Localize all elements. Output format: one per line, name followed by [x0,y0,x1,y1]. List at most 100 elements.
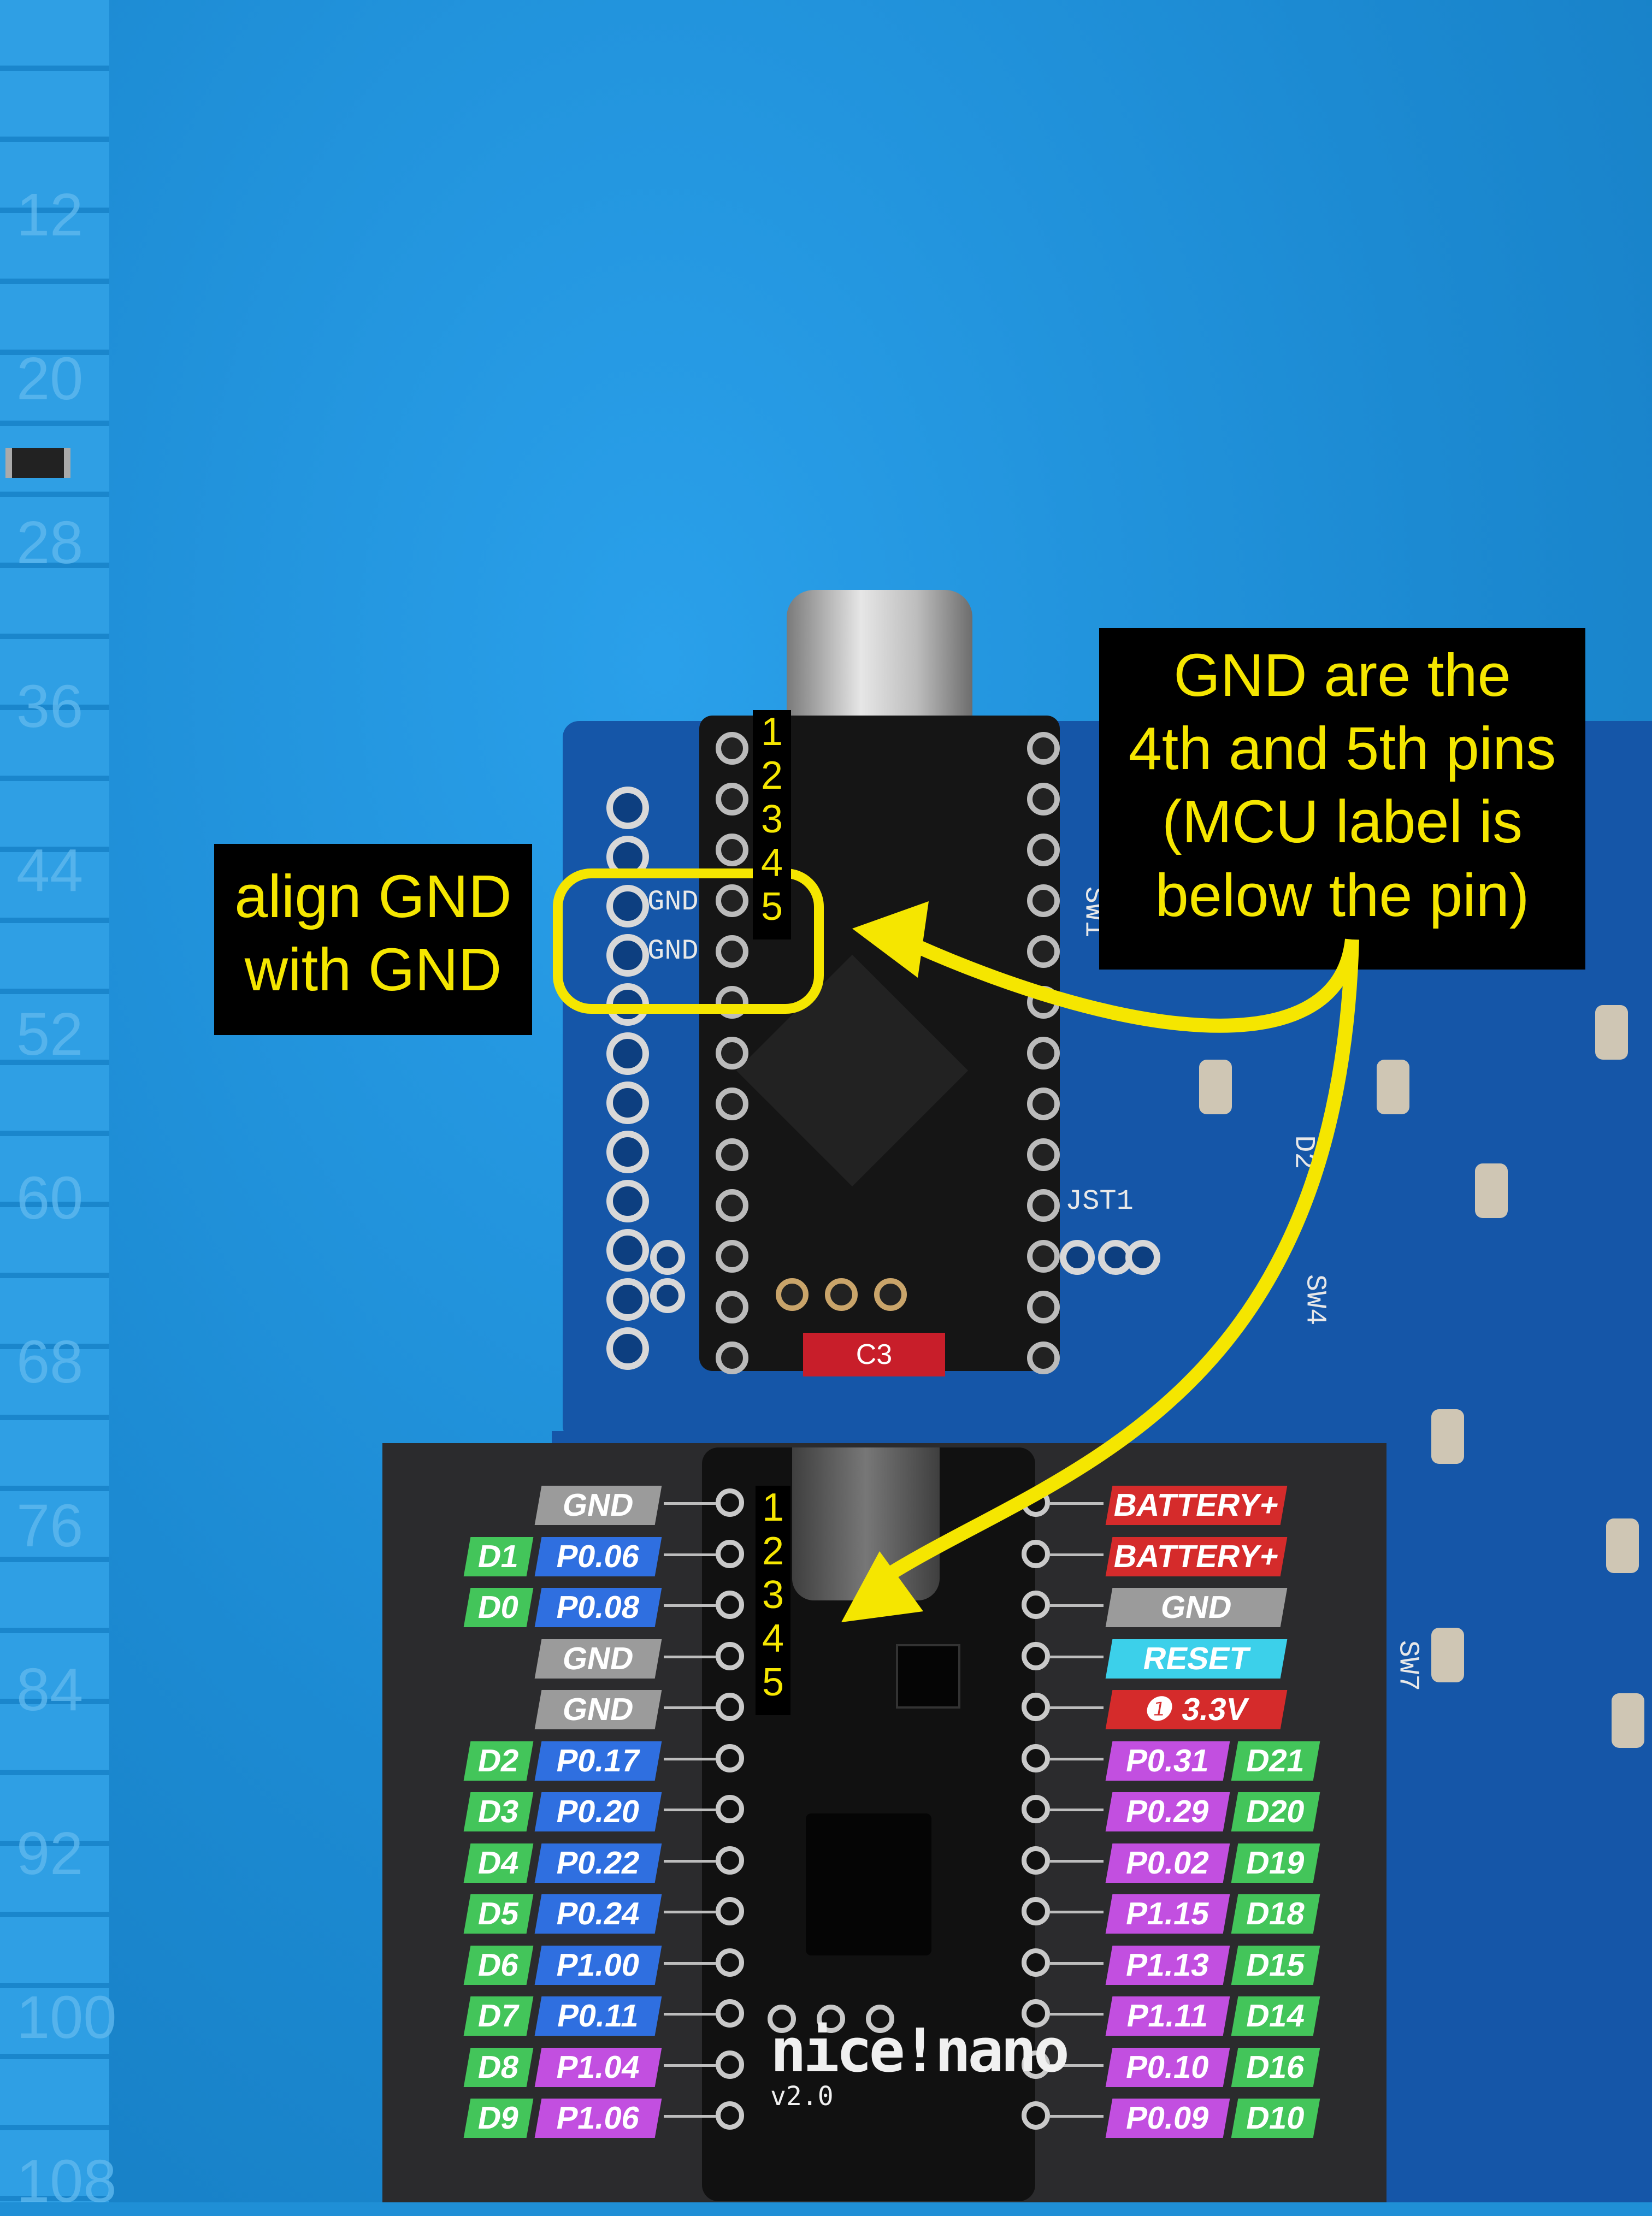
mcu-pin [1027,1240,1060,1273]
diagram-pin [1022,1897,1050,1925]
pin-label-p0-17: P0.17 [534,1741,662,1781]
diagram-pin [716,1641,744,1670]
pin-line [664,1757,716,1760]
mcu-pin [1027,834,1060,866]
diagram-mcu-chip [806,1813,931,1955]
ruler-numbers: 12 20 28 36 44 52 60 68 76 84 92 100 108 [0,0,117,2215]
pin-line [1049,1757,1104,1760]
ruler-number: 60 [16,1165,84,1232]
diagram-pin [716,1591,744,1619]
pin-line [664,1911,716,1913]
pin-line [664,1859,716,1863]
diagram-pin [716,1846,744,1875]
pin-label-battery-: BATTERY+ [1105,1537,1288,1576]
pin-label-p0-31: P0.31 [1105,1741,1230,1781]
pcb-hole [606,1327,649,1370]
diagram-pin [716,1999,744,2028]
pin-line [1049,1604,1104,1607]
mcu-pin [716,783,748,816]
ruler-number: 20 [16,345,84,412]
diagram-pin [1022,1744,1050,1772]
pin-label-p0-20: P0.20 [534,1792,662,1831]
arduino-pin-label: D3 [463,1792,534,1831]
callout-line: with GND [244,936,502,1004]
pin-line [664,1604,716,1607]
pin-label--3-3v: ❶ 3.3V [1105,1690,1288,1729]
ruler-number: 76 [16,1492,84,1559]
diagram-pin [1022,1488,1050,1517]
diagram-pin [1022,2101,1050,2130]
mcu-pin [716,1342,748,1374]
diagram-pin [716,2101,744,2130]
pcb-hole [606,787,649,829]
pin-number: 5 [760,885,783,929]
diagram-pin [1022,1591,1050,1619]
mcu-pin [1027,986,1060,1019]
board-version: v2.0 [770,2081,834,2112]
arduino-pin-label: D5 [463,1894,534,1934]
pcb-hole [606,1131,649,1173]
pcb-hole [1060,1240,1095,1275]
arduino-pin-label: D20 [1231,1792,1320,1831]
pcb-hole [606,1229,649,1272]
pin-label-p0-08: P0.08 [534,1588,662,1627]
callout-line: 4th and 5th pins [1128,715,1556,783]
diagram-pin [716,2050,744,2079]
arduino-pin-label: D9 [463,2099,534,2138]
mcu-pin [716,834,748,866]
mcu-pin [716,1037,748,1069]
mcu-pin [1027,935,1060,968]
pcb-hole [606,1032,649,1075]
pcb-hole [606,1278,649,1321]
callout-line: align GND [234,863,512,930]
pcb-hole [606,1082,649,1124]
pin-number: 2 [760,754,783,797]
ruler-number: 12 [16,181,84,249]
align-gnd-callout: align GND with GND [214,844,532,1035]
c3-capacitor: C3 [803,1333,945,1376]
arduino-pin-label: D18 [1231,1894,1320,1934]
arduino-pin-label: D7 [463,1996,534,2036]
switch-pad [1606,1518,1639,1573]
pcb-hole [650,1240,685,1275]
diagram-pin [716,1539,744,1568]
pin-label-p0-06: P0.06 [534,1537,662,1576]
pin-label-battery-: BATTERY+ [1105,1486,1288,1525]
diagram-pin [1022,1693,1050,1721]
pin-number: 1 [762,1486,784,1529]
ruler-number: 100 [16,1984,117,2051]
pin-line [1049,1961,1104,1965]
pin-line [1049,1655,1104,1658]
switch-pad [1475,1163,1508,1218]
mcu-pin [716,1189,748,1222]
diagram-pin [1022,1539,1050,1568]
arduino-pin-label: D15 [1231,1945,1320,1985]
pin-number: 4 [760,841,783,885]
switch-pad [1199,1060,1232,1114]
pin-label-gnd: GND [534,1690,662,1729]
switch-pad [1377,1060,1409,1114]
pin-number: 5 [762,1660,784,1704]
pin-label-gnd: GND [1105,1588,1288,1627]
diagram-pin [1022,1948,1050,1977]
pin-label-p1-11: P1.11 [1105,1996,1230,2036]
switch-pad [1431,1409,1464,1464]
arduino-pin-label: D1 [463,1537,534,1576]
pin-line [664,1553,716,1556]
pin-label-p1-13: P1.13 [1105,1945,1230,1985]
diagram-pin [716,1488,744,1517]
ruler-number: 44 [16,837,84,904]
loose-smd-component [5,448,70,478]
mcu-pin [1027,783,1060,816]
pin-number: 3 [760,797,783,841]
pin-label-p0-11: P0.11 [534,1996,662,2036]
callout-line: (MCU label is [1161,788,1523,856]
mcu-pin [1027,1037,1060,1069]
pin-number: 2 [762,1529,784,1573]
pin-line [664,2013,716,2016]
pin-label-reset: RESET [1105,1639,1288,1679]
pin-label-p1-15: P1.15 [1105,1894,1230,1934]
pin-line [664,1655,716,1658]
pin-label-gnd: GND [534,1486,662,1525]
arduino-pin-label: D4 [463,1843,534,1883]
